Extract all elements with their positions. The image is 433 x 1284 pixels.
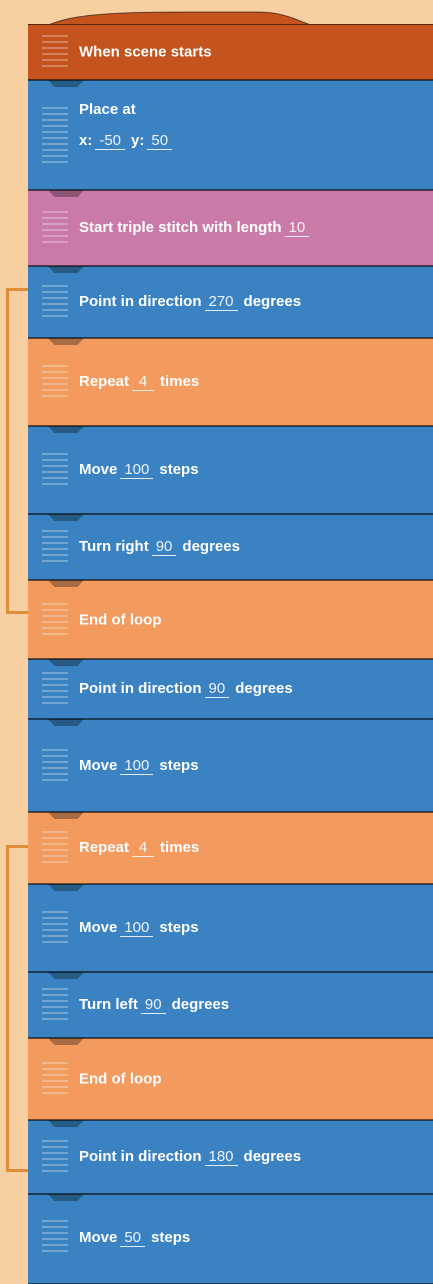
block-suffix: steps — [159, 756, 199, 774]
steps-input[interactable]: 100 — [120, 757, 154, 775]
connector-notch — [48, 266, 84, 273]
connector-notch — [48, 190, 84, 197]
block-suffix: degrees — [235, 680, 293, 697]
move-block[interactable]: Move 50 steps — [28, 1194, 433, 1284]
repeat-count-input[interactable]: 4 — [132, 839, 155, 857]
block-label: Move — [79, 919, 118, 936]
block-suffix: steps — [151, 1229, 191, 1246]
move-block[interactable]: Move 100 steps — [28, 426, 433, 514]
x-label: x: — [79, 132, 93, 149]
block-label: Turn left — [79, 996, 138, 1013]
drag-handle-icon[interactable] — [42, 453, 68, 487]
block-label: Repeat — [79, 373, 130, 390]
connector-notch — [48, 812, 84, 819]
drag-handle-icon[interactable] — [42, 365, 68, 399]
steps-input[interactable]: 100 — [120, 919, 154, 937]
block-label: Move — [79, 1229, 118, 1246]
x-input[interactable]: -50 — [95, 132, 126, 150]
block-label: Move — [79, 756, 118, 774]
block-suffix: degrees — [243, 1148, 302, 1165]
block-label: End of loop — [79, 611, 162, 628]
point-in-direction-block[interactable]: Point in direction 270 degrees — [28, 266, 433, 338]
repeat-block[interactable]: Repeat 4 times — [28, 812, 433, 884]
direction-input[interactable]: 90 — [204, 680, 230, 698]
block-suffix: degrees — [171, 996, 230, 1013]
end-of-loop-block[interactable]: End of loop — [28, 1038, 433, 1120]
turn-left-block[interactable]: Turn left 90 degrees — [28, 972, 433, 1038]
connector-notch — [48, 884, 84, 891]
drag-handle-icon[interactable] — [42, 672, 68, 706]
block-suffix: times — [160, 839, 200, 856]
drag-handle-icon[interactable] — [42, 911, 68, 945]
drag-handle-icon[interactable] — [42, 530, 68, 564]
turn-right-block[interactable]: Turn right 90 degrees — [28, 514, 433, 580]
degrees-input[interactable]: 90 — [151, 538, 177, 556]
loop-bracket-2 — [6, 845, 28, 1172]
connector-notch — [48, 1038, 84, 1045]
connector-notch — [48, 1194, 84, 1201]
drag-handle-icon[interactable] — [42, 285, 68, 319]
block-suffix: degrees — [243, 293, 302, 310]
stitch-length-input[interactable]: 10 — [284, 219, 310, 237]
connector-notch — [48, 514, 84, 521]
block-label: End of loop — [79, 1070, 162, 1088]
direction-input[interactable]: 270 — [204, 293, 238, 311]
block-suffix: steps — [159, 461, 199, 478]
repeat-block[interactable]: Repeat 4 times — [28, 338, 433, 426]
drag-handle-icon[interactable] — [42, 1220, 68, 1254]
loop-bracket-1 — [6, 288, 28, 614]
block-label: Place at — [79, 101, 136, 118]
block-suffix: degrees — [182, 538, 240, 555]
end-of-loop-block[interactable]: End of loop — [28, 580, 433, 659]
drag-handle-icon[interactable] — [42, 748, 68, 783]
y-label: y: — [131, 132, 145, 149]
block-label: When scene starts — [79, 43, 212, 61]
drag-handle-icon[interactable] — [42, 35, 68, 69]
direction-input[interactable]: 180 — [204, 1148, 238, 1166]
connector-notch — [48, 659, 84, 666]
steps-input[interactable]: 50 — [120, 1229, 146, 1247]
block-suffix: steps — [159, 919, 199, 936]
drag-handle-icon[interactable] — [42, 602, 68, 637]
block-label: Point in direction — [79, 1148, 202, 1165]
degrees-input[interactable]: 90 — [140, 996, 166, 1014]
when-scene-starts-block[interactable]: When scene starts — [28, 24, 433, 80]
point-in-direction-block[interactable]: Point in direction 180 degrees — [28, 1120, 433, 1194]
block-label: Point in direction — [79, 293, 202, 310]
drag-handle-icon[interactable] — [42, 1140, 68, 1174]
connector-notch — [48, 580, 84, 587]
block-label: Move — [79, 461, 118, 478]
connector-notch — [48, 972, 84, 979]
drag-handle-icon[interactable] — [42, 988, 68, 1022]
connector-notch — [48, 80, 84, 87]
y-input[interactable]: 50 — [147, 132, 173, 150]
point-in-direction-block[interactable]: Point in direction 90 degrees — [28, 659, 433, 719]
drag-handle-icon[interactable] — [42, 831, 68, 865]
connector-notch — [48, 426, 84, 433]
connector-notch — [48, 1120, 84, 1127]
move-block[interactable]: Move 100 steps — [28, 884, 433, 972]
start-triple-stitch-block[interactable]: Start triple stitch with length 10 — [28, 190, 433, 266]
block-suffix: times — [160, 373, 200, 390]
repeat-count-input[interactable]: 4 — [132, 373, 155, 391]
block-label: Start triple stitch with length — [79, 219, 282, 236]
block-label: Point in direction — [79, 680, 202, 697]
block-label: Repeat — [79, 839, 130, 856]
drag-handle-icon[interactable] — [42, 1062, 68, 1096]
connector-notch — [48, 719, 84, 726]
block-label: Turn right — [79, 538, 149, 555]
place-at-block[interactable]: Place at x: -50 y: 50 — [28, 80, 433, 190]
drag-handle-icon[interactable] — [42, 211, 68, 245]
connector-notch — [48, 338, 84, 345]
move-block[interactable]: Move 100 steps — [28, 719, 433, 812]
drag-handle-icon[interactable] — [42, 107, 68, 163]
steps-input[interactable]: 100 — [120, 461, 154, 479]
